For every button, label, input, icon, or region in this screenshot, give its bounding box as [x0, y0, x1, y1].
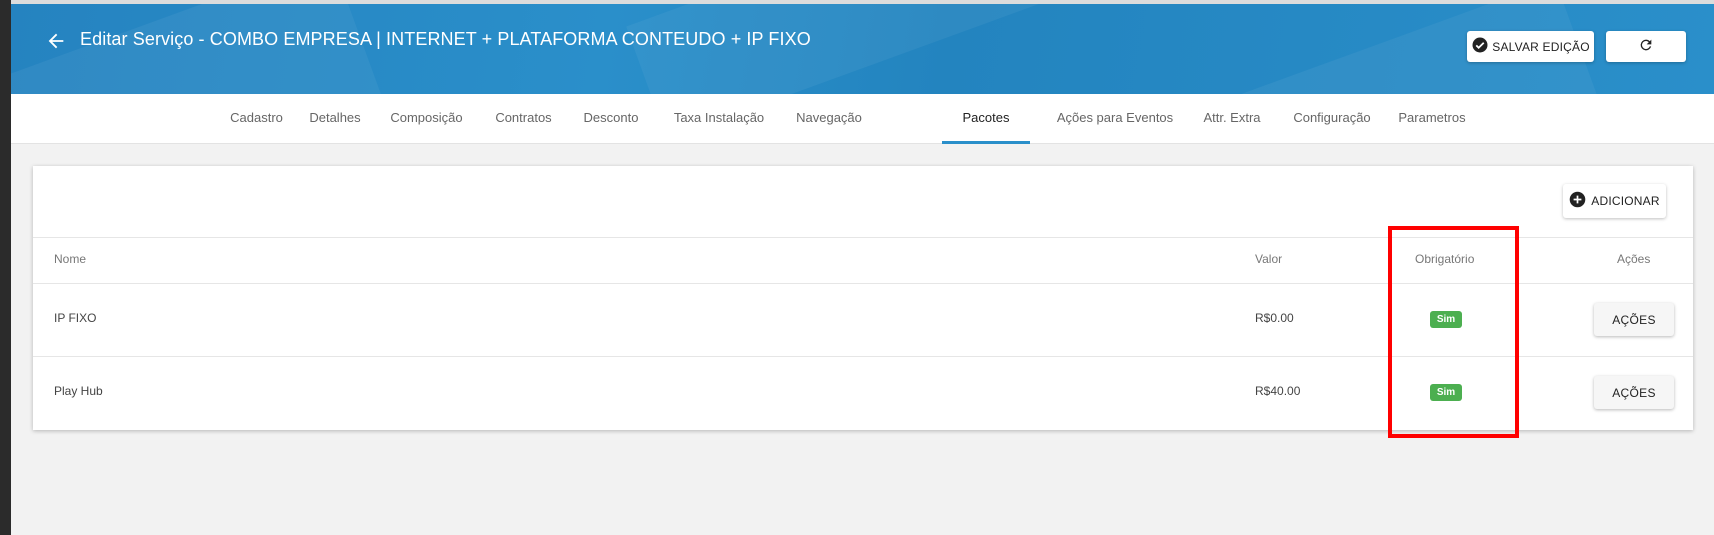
row-2-valor: R$40.00	[1255, 384, 1301, 398]
active-tab-indicator	[942, 141, 1030, 144]
save-edit-label: SALVAR EDIÇÃO	[1492, 39, 1590, 54]
column-header-acoes: Ações	[1617, 252, 1651, 266]
check-circle-icon	[1471, 36, 1489, 57]
row-2-nome: Play Hub	[54, 384, 103, 398]
row-2-acoes-button[interactable]: AÇÕES	[1594, 376, 1674, 409]
add-button[interactable]: ADICIONAR	[1563, 184, 1666, 218]
plus-circle-icon	[1569, 191, 1586, 211]
tab-attr-extra[interactable]: Attr. Extra	[1194, 94, 1270, 144]
tab-taxa-instalacao[interactable]: Taxa Instalação	[664, 94, 774, 144]
column-header-valor: Valor	[1255, 252, 1283, 266]
add-label: ADICIONAR	[1591, 194, 1660, 208]
row-1-valor: R$0.00	[1255, 311, 1294, 325]
page-header: Editar Serviço - COMBO EMPRESA | INTERNE…	[11, 4, 1714, 94]
tabs-bar: Cadastro Detalhes Composição Contratos D…	[11, 94, 1714, 144]
tab-cadastro[interactable]: Cadastro	[218, 94, 295, 144]
refresh-icon	[1638, 37, 1654, 56]
row-1-nome: IP FIXO	[54, 311, 97, 325]
tab-parametros[interactable]: Parametros	[1389, 94, 1475, 144]
highlight-annotation-box	[1388, 226, 1519, 438]
tab-pacotes[interactable]: Pacotes	[942, 94, 1030, 144]
tab-navegacao[interactable]: Navegação	[787, 94, 871, 144]
app-window: Editar Serviço - COMBO EMPRESA | INTERNE…	[11, 4, 1714, 535]
row-1-acoes-button[interactable]: AÇÕES	[1594, 303, 1674, 336]
tab-detalhes[interactable]: Detalhes	[300, 94, 370, 144]
page-title: Editar Serviço - COMBO EMPRESA | INTERNE…	[80, 29, 811, 49]
tab-configuracao[interactable]: Configuração	[1287, 94, 1377, 144]
save-edit-button[interactable]: SALVAR EDIÇÃO	[1467, 31, 1594, 62]
tab-composicao[interactable]: Composição	[382, 94, 471, 144]
tab-acoes-para-eventos[interactable]: Ações para Eventos	[1051, 94, 1179, 144]
tab-contratos[interactable]: Contratos	[486, 94, 561, 144]
tab-desconto[interactable]: Desconto	[576, 94, 646, 144]
column-header-nome: Nome	[54, 252, 87, 266]
refresh-button[interactable]	[1606, 31, 1686, 62]
arrow-left-icon[interactable]	[45, 30, 67, 52]
left-edge-panel	[0, 0, 11, 535]
